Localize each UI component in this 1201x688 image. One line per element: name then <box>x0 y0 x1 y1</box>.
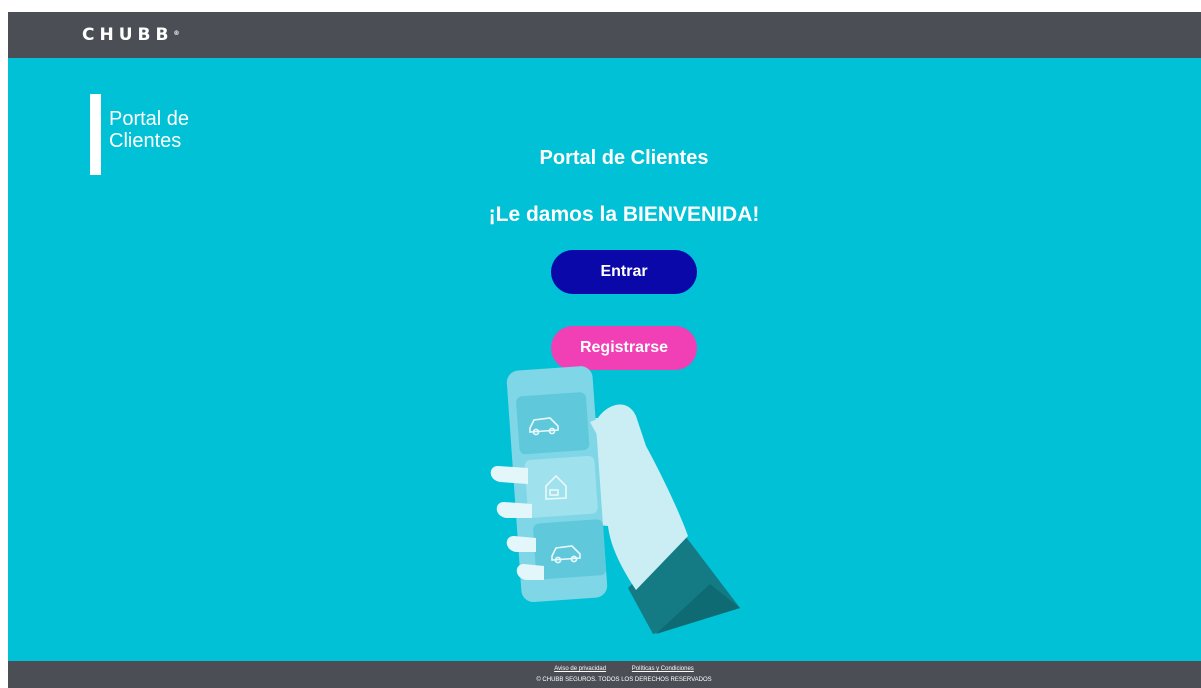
page-frame: CHUBB® Portal de Clientes Portal de Clie… <box>8 12 1201 688</box>
phone-card-2 <box>524 455 598 518</box>
chubb-logo-text: CHUBB <box>82 25 174 45</box>
registered-mark: ® <box>173 30 180 37</box>
policies-link[interactable]: Políticas y Condiciones <box>632 666 694 672</box>
copyright-text: © CHUBB SEGUROS. TODOS LOS DERECHOS RESE… <box>536 677 712 683</box>
top-header: CHUBB® <box>8 12 1201 58</box>
footer-links: Aviso de privacidad Políticas y Condicio… <box>8 665 1201 673</box>
hand-phone-illustration <box>490 366 740 634</box>
page-footer: Aviso de privacidad Políticas y Condicio… <box>8 661 1201 688</box>
main-panel: Portal de Clientes Portal de Clientes ¡L… <box>8 58 1201 661</box>
enter-button[interactable]: Entrar <box>551 250 697 294</box>
finger-1 <box>490 466 528 484</box>
privacy-link[interactable]: Aviso de privacidad <box>554 666 606 672</box>
finger-3 <box>506 536 536 552</box>
chubb-logo[interactable]: CHUBB® <box>82 25 179 45</box>
page-title: Portal de Clientes <box>539 147 709 169</box>
phone-card-1 <box>516 392 590 455</box>
welcome-heading: ¡Le damos la BIENVENIDA! <box>488 203 760 226</box>
finger-2 <box>496 502 532 518</box>
finger-4 <box>516 564 544 580</box>
